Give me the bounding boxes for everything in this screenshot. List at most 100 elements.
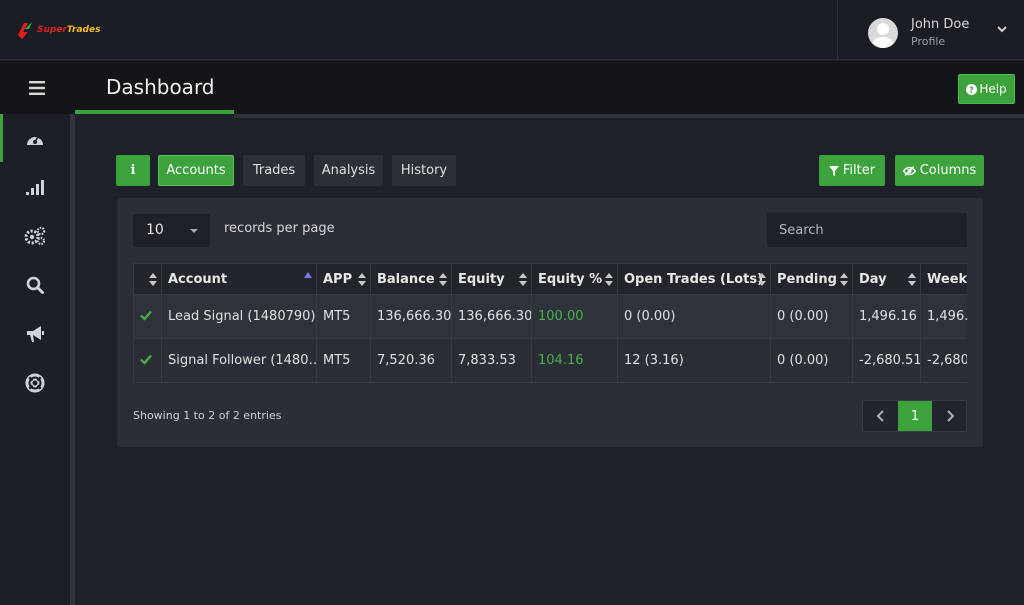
columns-label: Columns (919, 163, 977, 178)
open-trades-cell: 0 (0.00) (617, 294, 771, 339)
logo-text: SuperTrades (37, 25, 101, 35)
tab-accounts[interactable]: Accounts (158, 155, 234, 186)
svg-text:?: ? (969, 85, 974, 94)
column-header-day[interactable]: Day (852, 263, 921, 295)
open-trades-cell: 12 (3.16) (617, 338, 771, 383)
equity-cell: 136,666.30 (451, 294, 532, 339)
filter-label: Filter (842, 163, 876, 178)
filter-icon (828, 165, 839, 176)
column-header-account[interactable]: Account (161, 263, 317, 295)
pagination-next-button[interactable] (932, 401, 967, 431)
page-length-value: 10 (146, 222, 164, 238)
sidebar-divider (70, 114, 75, 605)
week-cell: -2,680.51 (920, 338, 967, 383)
help-button[interactable]: ? Help (958, 74, 1015, 104)
chevron-down-icon[interactable] (995, 22, 1009, 36)
sort-icon (605, 273, 613, 287)
sort-icon (519, 273, 527, 287)
menu-toggle-button[interactable] (0, 61, 74, 114)
sidebar-item-signals[interactable] (0, 163, 70, 211)
column-header-equity[interactable]: Equity (451, 263, 532, 295)
sort-icon (358, 273, 366, 287)
sort-icon (149, 273, 157, 287)
sort-asc-icon (304, 272, 312, 278)
equity-pct-cell: 100.00 (531, 294, 618, 339)
columns-button[interactable]: Columns (895, 155, 984, 186)
row-status-cell (133, 338, 162, 383)
day-cell: -2,680.51 (852, 338, 921, 383)
pagination: 1 (862, 400, 967, 432)
sort-icon (908, 273, 916, 287)
avatar (868, 18, 898, 48)
sidebar-item-support[interactable] (0, 359, 70, 407)
question-circle-icon: ? (966, 83, 978, 95)
logo-icon (18, 22, 32, 39)
sidebar-item-search[interactable] (0, 261, 70, 309)
support-icon (25, 373, 45, 393)
settings-icon (24, 226, 46, 246)
pagination-prev-button[interactable] (863, 401, 898, 431)
hamburger-icon (29, 80, 45, 95)
page-length-select[interactable]: 10 (133, 214, 210, 247)
check-icon (140, 310, 152, 321)
profile-name: John Doe (911, 17, 970, 32)
balance-cell: 136,666.30 (370, 294, 452, 339)
sort-icon (758, 273, 766, 287)
column-header-select[interactable] (133, 263, 162, 295)
info-button[interactable]: i (116, 155, 150, 186)
eye-slash-icon (902, 165, 916, 176)
help-label: Help (979, 82, 1007, 96)
pending-cell: 0 (0.00) (770, 338, 853, 383)
search-input[interactable] (767, 213, 967, 247)
info-icon: i (130, 163, 136, 178)
app-cell: MT5 (316, 294, 371, 339)
tab-history[interactable]: History (392, 155, 456, 186)
balance-cell: 7,520.36 (370, 338, 452, 383)
top-bar: SuperTrades John Doe Profile (0, 0, 1024, 60)
pending-cell: 0 (0.00) (770, 294, 853, 339)
caret-down-icon (190, 229, 198, 233)
page-title: Dashboard (106, 75, 215, 99)
column-header-app[interactable]: APP (316, 263, 371, 295)
pagination-page-button[interactable]: 1 (898, 401, 932, 431)
search-icon (26, 276, 44, 294)
profile-menu[interactable]: John Doe Profile (837, 0, 1024, 60)
column-header-week[interactable]: Week (920, 263, 967, 295)
chevron-right-icon (946, 410, 954, 422)
megaphone-icon (27, 326, 44, 342)
account-cell[interactable]: Lead Signal (1480790) (161, 294, 317, 339)
profile-role: Profile (911, 35, 946, 48)
table-header-row: Account APP Balance Equity Equity % Open… (133, 263, 967, 295)
page-header: Dashboard ? Help (0, 61, 1024, 114)
sort-icon (439, 273, 447, 287)
column-header-pending[interactable]: Pending (770, 263, 853, 295)
signal-icon (26, 180, 44, 195)
sort-icon (840, 273, 848, 287)
table-row[interactable]: Lead Signal (1480790) MT5 136,666.30 136… (133, 294, 967, 339)
column-header-balance[interactable]: Balance (370, 263, 452, 295)
column-header-equity-pct[interactable]: Equity % (531, 263, 618, 295)
brand-logo[interactable]: SuperTrades (14, 18, 104, 42)
sidebar-item-dashboard[interactable] (0, 114, 70, 162)
column-header-open-trades[interactable]: Open Trades (Lots) (617, 263, 771, 295)
dashboard-icon (27, 133, 43, 145)
equity-cell: 7,833.53 (451, 338, 532, 383)
day-cell: 1,496.16 (852, 294, 921, 339)
accounts-table: Account APP Balance Equity Equity % Open… (133, 263, 967, 383)
account-cell[interactable]: Signal Follower (1480… (161, 338, 317, 383)
header-divider (234, 114, 1024, 118)
accounts-table-wrapper[interactable]: Account APP Balance Equity Equity % Open… (133, 263, 967, 383)
week-cell: 1,496.16 (920, 294, 967, 339)
chevron-left-icon (876, 410, 884, 422)
tab-trades[interactable]: Trades (243, 155, 305, 186)
app-cell: MT5 (316, 338, 371, 383)
page-length-label: records per page (224, 221, 335, 236)
table-row[interactable]: Signal Follower (1480… MT5 7,520.36 7,83… (133, 338, 967, 383)
equity-pct-cell: 104.16 (531, 338, 618, 383)
filter-button[interactable]: Filter (819, 155, 885, 186)
sidebar-item-settings[interactable] (0, 212, 70, 260)
check-icon (140, 354, 152, 365)
tab-analysis[interactable]: Analysis (314, 155, 383, 186)
row-status-cell (133, 294, 162, 339)
sidebar-item-announcements[interactable] (0, 310, 70, 358)
